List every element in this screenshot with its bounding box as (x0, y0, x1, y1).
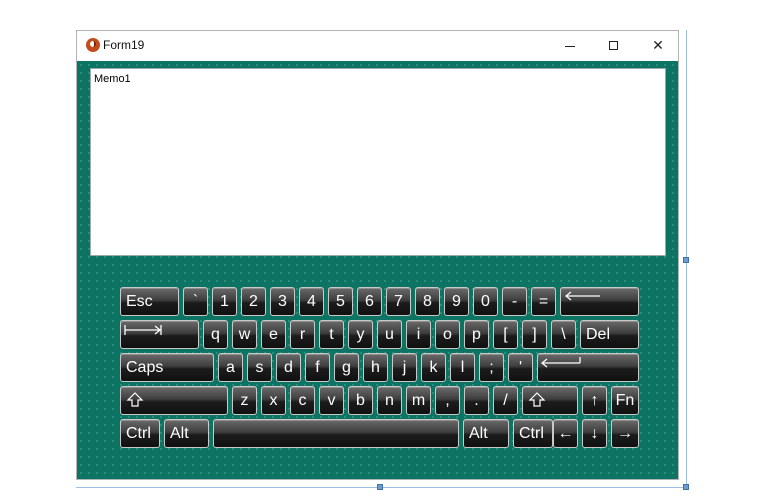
key-6[interactable]: 6 (357, 287, 382, 316)
key-arrow-up[interactable]: ↑ (582, 386, 607, 415)
key-g[interactable]: g (334, 353, 359, 382)
key-f[interactable]: f (305, 353, 330, 382)
key-caps[interactable]: Caps (120, 353, 214, 382)
key-left-bracket[interactable]: [ (493, 320, 518, 349)
key-quote[interactable]: ' (508, 353, 533, 382)
key-equals[interactable]: = (531, 287, 556, 316)
key-u[interactable]: u (377, 320, 402, 349)
backspace-arrow-icon (564, 291, 600, 301)
key-p[interactable]: p (464, 320, 489, 349)
key-tab[interactable] (120, 320, 199, 349)
key-i[interactable]: i (406, 320, 431, 349)
app-icon (86, 38, 100, 52)
form-window: Form19 ✕ Memo1 Esc ` 1 2 3 4 5 6 7 8 9 0… (76, 30, 679, 480)
key-9[interactable]: 9 (444, 287, 469, 316)
key-period[interactable]: . (464, 386, 489, 415)
close-icon: ✕ (652, 38, 664, 54)
key-4[interactable]: 4 (299, 287, 324, 316)
tab-arrow-icon (124, 325, 162, 335)
key-s[interactable]: s (247, 353, 272, 382)
key-d[interactable]: d (276, 353, 301, 382)
key-b[interactable]: b (348, 386, 373, 415)
minimize-button[interactable] (548, 31, 592, 61)
key-3[interactable]: 3 (270, 287, 295, 316)
key-e[interactable]: e (261, 320, 286, 349)
key-left-shift[interactable] (120, 386, 228, 415)
key-minus[interactable]: - (502, 287, 527, 316)
shift-arrow-icon (528, 392, 546, 407)
key-q[interactable]: q (203, 320, 228, 349)
close-button[interactable]: ✕ (636, 31, 680, 61)
title-bar[interactable]: Form19 ✕ (77, 31, 678, 61)
key-comma[interactable]: , (435, 386, 460, 415)
key-backslash[interactable]: \ (551, 320, 576, 349)
key-8[interactable]: 8 (415, 287, 440, 316)
key-l[interactable]: l (450, 353, 475, 382)
key-y[interactable]: y (348, 320, 373, 349)
resize-handle-right[interactable] (683, 257, 689, 263)
resize-handle-corner[interactable] (683, 484, 689, 490)
maximize-button[interactable] (592, 31, 636, 61)
memo-text: Memo1 (94, 73, 131, 85)
key-j[interactable]: j (392, 353, 417, 382)
window-title: Form19 (103, 38, 145, 52)
key-v[interactable]: v (319, 386, 344, 415)
key-a[interactable]: a (218, 353, 243, 382)
key-right-bracket[interactable]: ] (522, 320, 547, 349)
key-1[interactable]: 1 (212, 287, 237, 316)
key-arrow-right[interactable]: → (611, 419, 639, 448)
resize-handle-bottom[interactable] (377, 484, 383, 490)
key-del[interactable]: Del (580, 320, 639, 349)
key-right-shift[interactable] (522, 386, 578, 415)
key-backtick[interactable]: ` (183, 287, 208, 316)
key-fn[interactable]: Fn (611, 386, 639, 415)
key-enter[interactable] (537, 353, 639, 382)
key-space[interactable] (213, 419, 459, 448)
key-left-alt[interactable]: Alt (164, 419, 209, 448)
key-slash[interactable]: / (493, 386, 518, 415)
key-r[interactable]: r (290, 320, 315, 349)
key-5[interactable]: 5 (328, 287, 353, 316)
minimize-icon (565, 46, 575, 47)
key-arrow-down[interactable]: ↓ (582, 419, 607, 448)
key-t[interactable]: t (319, 320, 344, 349)
key-k[interactable]: k (421, 353, 446, 382)
key-n[interactable]: n (377, 386, 402, 415)
maximize-icon (609, 41, 618, 50)
key-c[interactable]: c (290, 386, 315, 415)
memo-box[interactable]: Memo1 (90, 68, 666, 256)
key-z[interactable]: z (232, 386, 257, 415)
key-semicolon[interactable]: ; (479, 353, 504, 382)
form-client-area: Memo1 Esc ` 1 2 3 4 5 6 7 8 9 0 - = q w … (77, 61, 678, 479)
key-0[interactable]: 0 (473, 287, 498, 316)
key-x[interactable]: x (261, 386, 286, 415)
key-right-alt[interactable]: Alt (463, 419, 509, 448)
key-arrow-left[interactable]: ← (553, 419, 578, 448)
key-m[interactable]: m (406, 386, 431, 415)
key-7[interactable]: 7 (386, 287, 411, 316)
key-o[interactable]: o (435, 320, 460, 349)
key-2[interactable]: 2 (241, 287, 266, 316)
enter-arrow-icon (540, 357, 581, 368)
key-esc[interactable]: Esc (120, 287, 179, 316)
shift-arrow-icon (126, 392, 144, 407)
key-backspace[interactable] (560, 287, 639, 316)
key-w[interactable]: w (232, 320, 257, 349)
key-h[interactable]: h (363, 353, 388, 382)
key-right-ctrl[interactable]: Ctrl (513, 419, 553, 448)
key-left-ctrl[interactable]: Ctrl (120, 419, 160, 448)
